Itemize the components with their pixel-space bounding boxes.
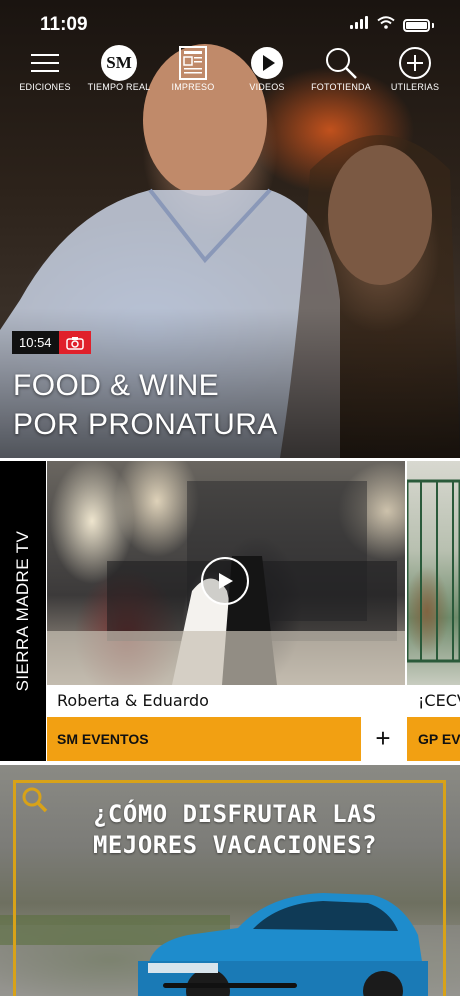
status-icons: [350, 16, 434, 34]
timestamp-text: 10:54: [12, 331, 59, 354]
sm-logo-text: SM: [101, 45, 137, 81]
nav-tiempo-real[interactable]: SM TIEMPO REAL: [79, 44, 159, 104]
video-title: Roberta & Eduardo: [47, 685, 405, 717]
battery-icon: [403, 18, 430, 32]
headline-line-2: POR PRONATURA: [13, 408, 278, 441]
nav-fototienda[interactable]: FOTOTIENDA: [301, 44, 381, 104]
car-illustration: [138, 893, 428, 996]
promo-headline: ¿CÓMO DISFRUTAR LAS MEJORES VACACIONES?: [30, 799, 440, 861]
headline-line-1: FOOD & WINE: [13, 369, 220, 402]
promo-line-2: MEJORES VACACIONES?: [92, 831, 378, 859]
home-indicator: [163, 983, 297, 988]
plus-circle-icon: [375, 44, 455, 82]
section-rail: SIERRA MADRE TV: [0, 461, 46, 761]
promo-banner[interactable]: ¿CÓMO DISFRUTAR LAS MEJORES VACACIONES?: [0, 765, 460, 996]
newspaper-icon: [153, 44, 233, 82]
camera-icon: [58, 331, 91, 354]
video-card[interactable]: ¡CECVA GP EVEN: [407, 461, 460, 761]
video-title: ¡CECVA: [407, 685, 460, 717]
nav-utilerias[interactable]: UTILERIAS: [375, 44, 455, 104]
featured-story[interactable]: 11:09 EDICIONES SM TIEMPO REAL IMPRESO V…: [0, 0, 460, 458]
play-icon: [227, 44, 307, 82]
search-icon: [301, 44, 381, 82]
battery-tip: [432, 22, 434, 28]
video-thumbnail: [407, 461, 460, 685]
top-navigation: EDICIONES SM TIEMPO REAL IMPRESO VIDEOS …: [0, 44, 460, 104]
play-button[interactable]: [201, 557, 249, 605]
video-thumbnail: [47, 461, 405, 685]
timestamp-badge: 10:54: [12, 331, 91, 354]
video-card[interactable]: Roberta & Eduardo SM EVENTOS +: [47, 461, 405, 761]
status-bar: 11:09: [0, 0, 460, 50]
sm-logo-icon: SM: [79, 44, 159, 82]
promo-line-1: ¿CÓMO DISFRUTAR LAS: [92, 800, 378, 828]
headline[interactable]: FOOD & WINE POR PRONATURA: [13, 366, 443, 444]
video-carousel-section: SIERRA MADRE TV Roberta & Eduardo SM EVE…: [0, 461, 460, 761]
thumbnail-scene: [407, 479, 460, 663]
nav-videos[interactable]: VIDEOS: [227, 44, 307, 104]
menu-icon: [5, 44, 85, 82]
signal-icon: [350, 16, 369, 34]
add-button[interactable]: +: [361, 717, 405, 761]
wifi-icon: [377, 16, 395, 34]
category-label: GP EVEN: [407, 717, 460, 761]
category-label: SM EVENTOS: [47, 717, 361, 761]
nav-ediciones[interactable]: EDICIONES: [5, 44, 85, 104]
status-time: 11:09: [40, 14, 88, 35]
section-label: SIERRA MADRE TV: [13, 530, 32, 692]
nav-impreso[interactable]: IMPRESO: [153, 44, 233, 104]
